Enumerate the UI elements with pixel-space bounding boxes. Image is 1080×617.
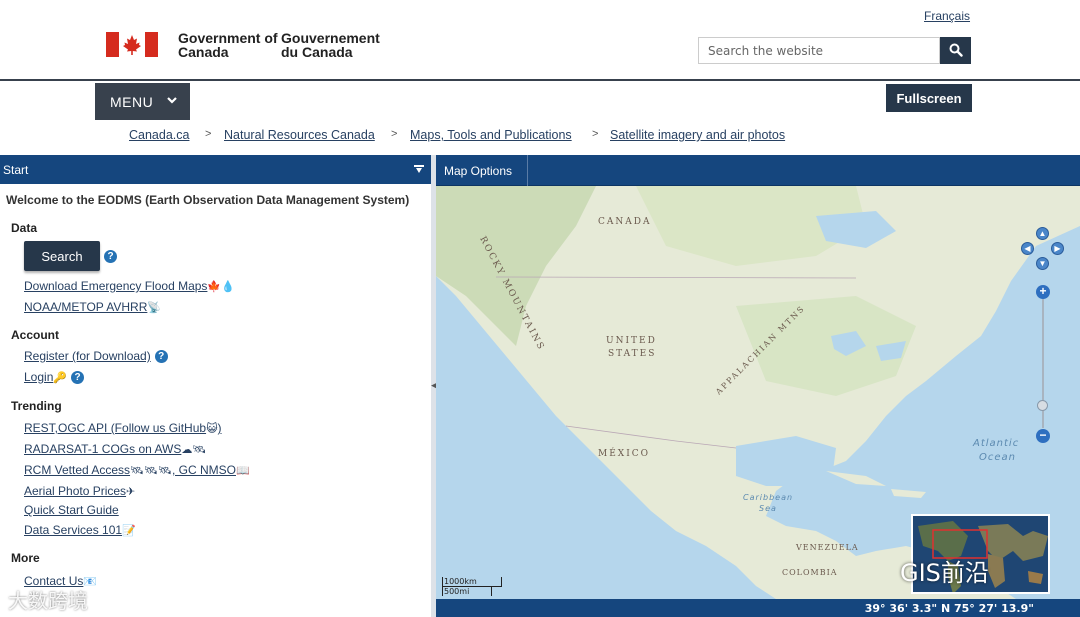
scale-km: 1000km — [442, 577, 502, 587]
link-text: Aerial Photo Prices — [24, 484, 127, 498]
scale-mi: 500mi — [442, 587, 492, 596]
link-aerial-photo-prices[interactable]: Aerial Photo Prices✈ — [24, 484, 135, 498]
map-label-sea: Sea — [759, 504, 777, 513]
gouvernement-du-canada-label[interactable]: Gouvernement du Canada — [281, 31, 391, 59]
help-icon[interactable]: ? — [71, 371, 85, 385]
link-text: RADARSAT-1 COGs on AWS — [24, 442, 182, 456]
start-panel-title: Start — [3, 163, 29, 177]
pan-down-button[interactable]: ▼ — [1036, 257, 1049, 270]
canada-flag-icon — [106, 32, 158, 57]
map-label-atlantic: Atlantic — [973, 438, 1020, 449]
maple-leaf-icon: 🍁 — [207, 281, 222, 293]
link-emergency-flood-maps[interactable]: Download Emergency Flood Maps🍁💧 — [24, 279, 235, 293]
link-login[interactable]: Login🔑? — [24, 370, 85, 385]
data-search-button[interactable]: Search — [24, 241, 100, 271]
map-label-ocean: Ocean — [979, 452, 1016, 463]
section-heading-trending: Trending — [11, 399, 62, 413]
breadcrumb-separator: > — [592, 128, 599, 140]
breadcrumb-satellite-imagery[interactable]: Satellite imagery and air photos — [610, 128, 785, 142]
link-noaa-metop-avhrr[interactable]: NOAA/METOP AVHRR📡 — [24, 300, 161, 314]
zoom-in-button[interactable]: + — [1036, 285, 1050, 299]
book-icon: 📖 — [235, 465, 250, 477]
section-heading-account: Account — [11, 328, 59, 342]
link-text: Download Emergency Flood Maps — [24, 279, 208, 293]
map-label-mexico: MÉXICO — [598, 449, 651, 459]
map-label-united: UNITED — [606, 336, 657, 346]
site-search-button[interactable] — [940, 37, 971, 64]
breadcrumb-canada-ca[interactable]: Canada.ca — [129, 128, 189, 142]
link-rcm-vetted-access[interactable]: RCM Vetted Access🛰🛰🛰, GC NMSO📖 — [24, 463, 250, 477]
government-of-canada-label[interactable]: Government of Canada — [178, 31, 278, 59]
map-label-states: STATES — [608, 349, 657, 359]
watermark-left: 大数跨境 — [8, 589, 88, 613]
link-data-services-101[interactable]: Data Services 101📝 — [24, 523, 136, 537]
water-drop-icon: 💧 — [221, 281, 235, 293]
breadcrumb-separator: > — [205, 128, 212, 140]
menu-button[interactable]: MENU — [95, 83, 190, 120]
map-label-colombia: COLOMBIA — [782, 568, 838, 577]
cursor-coordinates: 39° 36' 3.3" N 75° 27' 13.9" — [864, 602, 1034, 615]
section-heading-more: More — [11, 551, 40, 565]
link-quick-start-guide[interactable]: Quick Start Guide — [24, 503, 119, 517]
coordinate-bar: 39° 36' 3.3" N 75° 27' 13.9" — [436, 599, 1080, 617]
search-icon — [949, 43, 963, 57]
pencil-icon: 📝 — [122, 525, 136, 537]
satellite-antenna-icon: 📡 — [147, 302, 162, 314]
map-label-caribbean: Caribbean — [743, 493, 794, 502]
language-toggle-link[interactable]: Français — [924, 9, 970, 23]
section-heading-data: Data — [11, 221, 38, 235]
tab-map-options[interactable]: Map Options — [436, 155, 528, 186]
zoom-out-button[interactable]: − — [1036, 429, 1050, 443]
chevron-down-icon — [167, 97, 177, 104]
pan-left-button[interactable]: ◀ — [1021, 242, 1034, 255]
help-icon[interactable]: ? — [104, 250, 117, 263]
link-register[interactable]: Register (for Download)? — [24, 349, 168, 364]
map-label-canada: CANADA — [598, 217, 652, 227]
airplane-icon: ✈ — [126, 486, 136, 498]
start-panel-header: Start — [0, 155, 431, 184]
link-text: RCM Vetted Access — [24, 463, 131, 477]
map-label-venezuela: VENEZUELA — [796, 543, 859, 552]
breadcrumb-nrcan[interactable]: Natural Resources Canada — [224, 128, 375, 142]
link-text: ) — [217, 421, 222, 435]
link-text: Data Services 101 — [24, 523, 123, 537]
menu-label: MENU — [110, 93, 154, 110]
link-text: Login — [24, 370, 54, 384]
collapse-panel-icon[interactable] — [414, 165, 424, 174]
zoom-slider-thumb[interactable] — [1037, 400, 1048, 411]
welcome-heading: Welcome to the EODMS (Earth Observation … — [6, 193, 410, 207]
link-text: , GC NMSO — [171, 463, 236, 477]
link-text: NOAA/METOP AVHRR — [24, 300, 148, 314]
link-rest-ogc-api[interactable]: REST,OGC API (Follow us GitHub😺) — [24, 421, 222, 435]
pan-up-button[interactable]: ▲ — [1036, 227, 1049, 240]
link-radarsat1-cogs-aws[interactable]: RADARSAT-1 COGs on AWS☁🛰 — [24, 442, 206, 456]
scale-bar: 1000km 500mi — [442, 577, 502, 596]
pan-right-button[interactable]: ▶ — [1051, 242, 1064, 255]
satellite-icon: 🛰 — [192, 444, 207, 456]
site-header: Government of Canada Gouvernement du Can… — [0, 0, 1080, 81]
site-search-input[interactable] — [698, 37, 940, 64]
help-icon[interactable]: ? — [154, 350, 168, 364]
link-text: Register (for Download) — [24, 349, 151, 363]
watermark-right: GIS前沿 — [900, 559, 989, 587]
cat-face-icon: 😺 — [206, 423, 218, 435]
satellite-icon: 🛰🛰🛰 — [130, 465, 172, 477]
map-header: Map Options — [436, 155, 1080, 186]
cloud-icon: ☁ — [181, 444, 193, 456]
breadcrumb-separator: > — [391, 128, 398, 140]
fullscreen-button[interactable]: Fullscreen — [886, 84, 972, 112]
start-panel: Start Welcome to the EODMS (Earth Observ… — [0, 155, 431, 617]
key-icon: 🔑 — [53, 372, 68, 384]
breadcrumb-maps-tools[interactable]: Maps, Tools and Publications — [410, 128, 572, 142]
link-text: REST,OGC API (Follow us GitHub — [24, 421, 207, 435]
